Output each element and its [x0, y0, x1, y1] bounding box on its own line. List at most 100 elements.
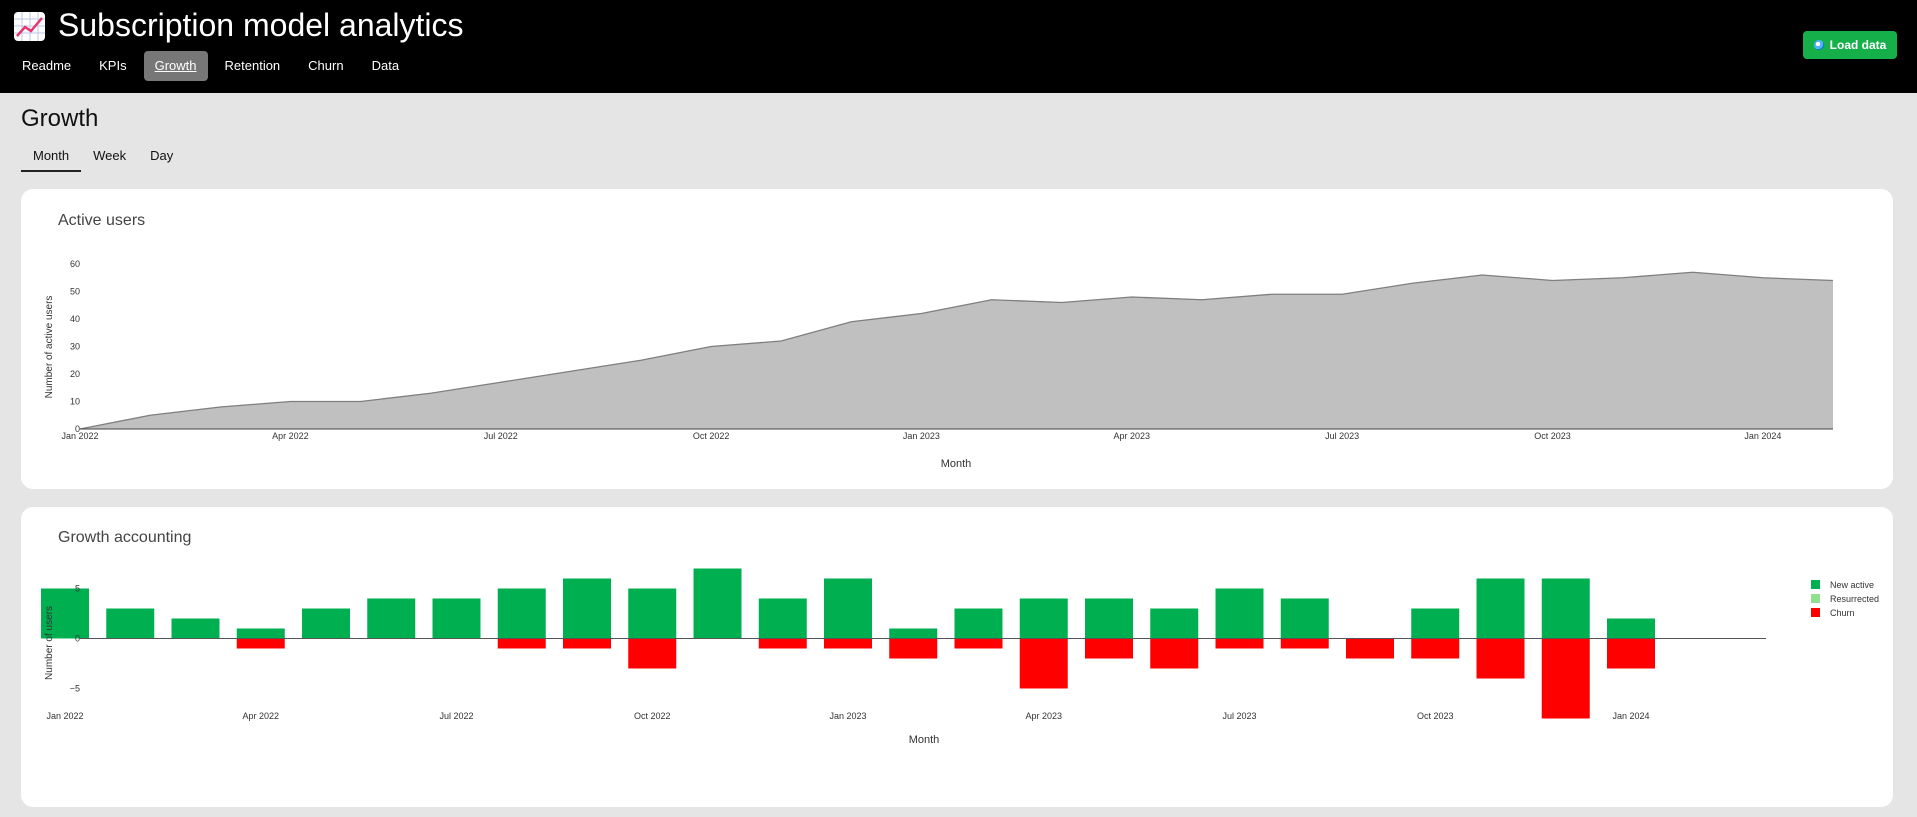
x-tick-label: Apr 2023: [1114, 431, 1151, 441]
y-tick-label: 20: [70, 369, 80, 379]
churn-bar: [954, 638, 1003, 649]
churn-bar: [1150, 638, 1199, 669]
legend-swatch: [1811, 594, 1820, 603]
x-tick-label: Jan 2023: [829, 711, 866, 721]
new-active-bar: [1541, 578, 1590, 639]
legend-swatch: [1811, 608, 1820, 617]
x-tick-label: Jan 2022: [46, 711, 83, 721]
y-tick-label: 0: [75, 634, 80, 644]
active-users-area: [80, 272, 1833, 429]
nav-data[interactable]: Data: [361, 51, 410, 81]
nav-growth[interactable]: Growth: [143, 51, 208, 81]
new-active-bar: [1150, 608, 1199, 639]
y-axis-label: Number of users: [44, 606, 55, 680]
churn-bar: [824, 638, 872, 649]
new-active-bar: [302, 608, 350, 639]
page-title: Growth: [21, 105, 99, 132]
y-axis-label: Number of active users: [44, 296, 55, 399]
tab-day[interactable]: Day: [138, 143, 185, 172]
y-tick-label: 30: [70, 342, 80, 352]
app-title: Subscription model analytics: [58, 7, 464, 43]
new-active-bar: [171, 618, 220, 639]
legend-label: New active: [1830, 580, 1874, 590]
x-tick-label: Oct 2022: [634, 711, 671, 721]
growth-accounting-title: Growth accounting: [58, 529, 192, 546]
x-tick-label: Apr 2022: [242, 711, 279, 721]
new-active-bar: [432, 598, 481, 639]
churn-bar: [497, 638, 546, 649]
growth-accounting-chart: −5 0 5 Jan 2022 Apr 2022 Jul 2022 Oct 2022 Jan …: [41, 568, 1879, 746]
main-nav: Readme KPIs Growth Retention Churn Data: [11, 51, 416, 81]
y-tick-label: 60: [70, 259, 80, 269]
active-users-title: Active users: [58, 212, 146, 229]
y-tick-label: 50: [70, 287, 80, 297]
x-axis-label: Month: [909, 734, 940, 746]
new-active-bar: [1280, 598, 1329, 639]
new-active-bar: [824, 578, 872, 639]
x-tick-label: Jul 2023: [1222, 711, 1256, 721]
new-active-bar: [497, 588, 546, 639]
churn-bar: [1280, 638, 1329, 649]
load-data-label: Load data: [1829, 38, 1887, 52]
new-active-bar: [628, 588, 677, 639]
tab-week[interactable]: Week: [81, 143, 138, 172]
churn-bar: [889, 638, 938, 659]
churn-bar: [1476, 638, 1525, 679]
nav-kpis[interactable]: KPIs: [88, 51, 137, 81]
x-tick-label: Jul 2022: [439, 711, 473, 721]
y-tick-label: −5: [70, 684, 80, 694]
nav-readme[interactable]: Readme: [11, 51, 82, 81]
y-tick-label: 10: [70, 397, 80, 407]
x-tick-label: Oct 2022: [693, 431, 730, 441]
x-tick-label: Jul 2023: [1325, 431, 1359, 441]
churn-bar: [1085, 638, 1133, 659]
x-tick-label: Apr 2023: [1025, 711, 1062, 721]
y-tick-label: 40: [70, 314, 80, 324]
churn-bar: [1346, 638, 1394, 659]
new-active-bar: [954, 608, 1003, 639]
new-active-bar: [106, 608, 155, 639]
nav-retention[interactable]: Retention: [214, 51, 292, 81]
x-axis-label: Month: [941, 458, 972, 470]
x-tick-label: Jan 2024: [1612, 711, 1649, 721]
churn-bar: [563, 638, 611, 649]
new-active-bar: [367, 598, 416, 639]
database-icon: [1813, 40, 1824, 50]
new-active-bar: [758, 598, 807, 639]
legend-swatch: [1811, 580, 1820, 589]
new-active-bar: [1215, 588, 1264, 639]
new-active-bar: [1476, 578, 1525, 639]
churn-bar: [1215, 638, 1264, 649]
x-tick-label: Jan 2023: [903, 431, 940, 441]
churn-bar: [1541, 638, 1590, 719]
new-active-bar: [1411, 608, 1460, 639]
active-users-card: Active users 0 10 20 30 40 50 60 Jan 2022 Apr 20…: [21, 189, 1893, 489]
churn-bar: [1019, 638, 1068, 689]
chart-increasing-icon: [14, 12, 45, 41]
x-tick-label: Apr 2022: [272, 431, 309, 441]
x-tick-label: Jan 2024: [1744, 431, 1781, 441]
new-active-bar: [1085, 598, 1133, 639]
churn-bar: [1411, 638, 1460, 659]
new-active-bar: [236, 628, 285, 639]
churn-bar: [628, 638, 677, 669]
legend-label: Resurrected: [1830, 594, 1879, 604]
new-active-bar: [693, 568, 742, 639]
load-data-button[interactable]: Load data: [1803, 31, 1897, 59]
legend-label: Churn: [1830, 608, 1855, 618]
churn-bar: [236, 638, 285, 649]
period-tabs: Month Week Day: [21, 143, 185, 172]
new-active-bar: [1019, 598, 1068, 639]
x-tick-label: Oct 2023: [1534, 431, 1571, 441]
nav-churn[interactable]: Churn: [297, 51, 354, 81]
churn-bar: [1607, 638, 1655, 669]
new-active-bar: [889, 628, 938, 639]
active-users-chart: 0102030405060Jan 2022 Apr 2022 Jul 2022 Oct…: [44, 259, 1834, 470]
x-tick-label: Oct 2023: [1417, 711, 1454, 721]
tab-month[interactable]: Month: [21, 143, 82, 172]
x-tick-label: Jan 2022: [61, 431, 98, 441]
top-bar: Subscription model analytics Readme KPIs…: [0, 0, 1917, 93]
new-active-bar: [563, 578, 611, 639]
new-active-bar: [1607, 618, 1655, 639]
x-tick-label: Jul 2022: [484, 431, 518, 441]
